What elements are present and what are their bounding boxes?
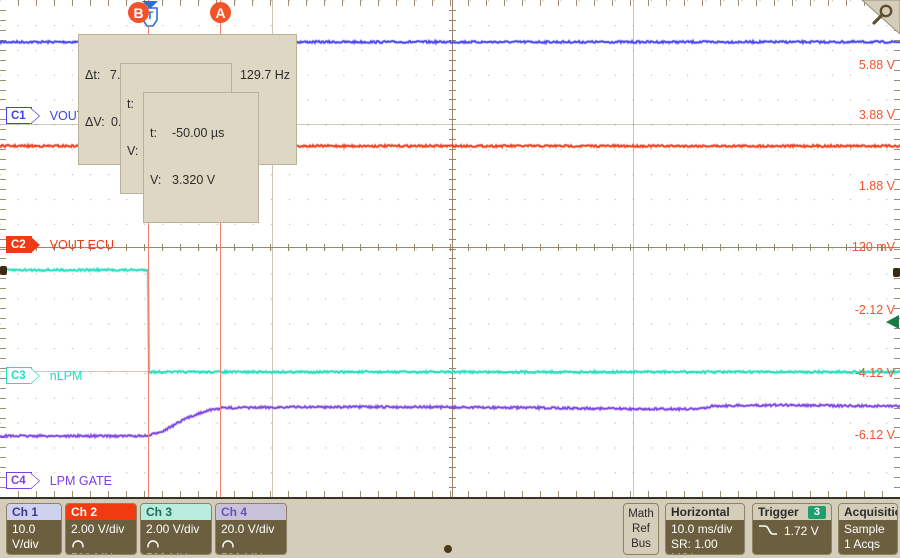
- channel-card-scale: 2.00 V/div: [71, 522, 125, 536]
- voltage-label: -4.12 V: [854, 366, 895, 380]
- channel-card-bandwidth: 500 MHz: [146, 551, 206, 554]
- channel-card-title: Ch 1: [7, 504, 61, 520]
- channel-arrow-icon: [29, 108, 39, 124]
- horizontal-title: Horizontal: [666, 504, 744, 520]
- channel-card-title: Ch 3: [141, 504, 211, 520]
- cursor-b-badge[interactable]: B: [128, 2, 149, 23]
- channel-card-ch3[interactable]: Ch 3 2.00 V/div 500 MHz: [140, 503, 212, 555]
- trigger-title: Trigger: [758, 505, 799, 519]
- gridline-h: [0, 371, 900, 372]
- channel-card-ch2[interactable]: Ch 2 2.00 V/div 500 MHz: [65, 503, 137, 555]
- trigger-level: 1.72 V: [784, 524, 819, 538]
- acquisition-mode: Sample: [844, 522, 885, 536]
- channel-badge-c4[interactable]: C4 LPM GATE: [6, 472, 112, 489]
- inv-delta-t-value: 129.7 Hz: [239, 68, 291, 82]
- delta-v-key: ΔV:: [85, 114, 105, 129]
- channel-label-c3: nLPM: [49, 368, 83, 383]
- acquisition-title: Acquisition: [839, 504, 897, 520]
- oscilloscope-screen: C1VOUT TPS1213Q1C2VOUT ECUC3nLPMC4LPM GA…: [0, 0, 900, 558]
- math-ref-bus-button[interactable]: Math Ref Bus: [623, 503, 659, 555]
- trigger-source-badge[interactable]: 3: [807, 505, 826, 519]
- coupling-icon: [12, 551, 56, 554]
- channel-arrow-icon: [29, 368, 39, 384]
- falling-edge-icon: [758, 524, 778, 536]
- coupling-icon: [71, 537, 131, 552]
- voltage-label: -2.12 V: [854, 303, 895, 317]
- acquisition-count: 1 Acqs: [844, 536, 881, 551]
- channel-arrow-icon: [29, 473, 39, 489]
- trigger-card[interactable]: Trigger 3 1.72 V: [752, 503, 832, 555]
- channel-card-scale: 10.0 V/div: [12, 522, 39, 551]
- channel-tag-text: C2: [11, 238, 26, 251]
- horizontal-sample-rate: SR: 1.00 MS/s: [671, 536, 718, 555]
- cursor-a-t-value: -50.00 µs: [172, 126, 225, 140]
- coupling-icon: [146, 537, 206, 552]
- cursor-a-badge[interactable]: A: [210, 2, 231, 23]
- channel-tag-text: C4: [11, 474, 26, 487]
- channel-arrow-icon: [29, 237, 39, 253]
- channel-card-title: Ch 4: [216, 504, 286, 520]
- channel-tag-text: C3: [11, 369, 26, 382]
- channel-card-ch4[interactable]: Ch 4 20.0 V/div 500 MHz: [215, 503, 287, 555]
- cursor-a-t-key: t:: [150, 126, 157, 140]
- ref-label: Ref: [632, 523, 650, 535]
- channel-card-ch1[interactable]: Ch 110.0 V/div500 MHz: [6, 503, 62, 555]
- math-label: Math: [628, 508, 654, 520]
- voltage-label: -120 mV: [847, 240, 895, 254]
- cursor-a-v-value: 3.320 V: [172, 172, 216, 187]
- bottom-control-panel: Ch 1 10.0 V/div 500 MHz Ch 2 2.00 V/div 500 M…: [0, 497, 900, 558]
- channel-card-scale: 2.00 V/div: [146, 522, 200, 536]
- trigger-position-handle[interactable]: [444, 545, 452, 553]
- acquisition-card[interactable]: Acquisition Sample 1 Acqs: [838, 503, 898, 555]
- zoom-magnifier-icon[interactable]: [858, 0, 900, 36]
- channel-card-bandwidth: 500 MHz: [71, 551, 131, 554]
- voltage-label: 5.88 V: [858, 58, 895, 72]
- channel-label-c4: LPM GATE: [49, 473, 112, 488]
- horizontal-scale: 10.0 ms/div: [671, 522, 733, 536]
- cursor-a-readout[interactable]: t: -50.00 µs V: 3.320 V: [143, 92, 259, 223]
- voltage-label: -6.12 V: [854, 428, 895, 442]
- channel-card-title: Ch 2: [66, 504, 136, 520]
- coupling-icon: [221, 537, 281, 552]
- gridline-v: [633, 0, 634, 497]
- channel-badge-c2[interactable]: C2 VOUT ECU: [6, 236, 114, 253]
- channel-tag-text: C1: [11, 109, 26, 122]
- channel-label-c2: VOUT ECU: [49, 237, 115, 252]
- cursor-a-v-key: V:: [150, 172, 162, 187]
- delta-t-key: Δt:: [85, 68, 101, 82]
- channel-card-bandwidth: 500 MHz: [221, 551, 281, 554]
- voltage-label: 3.88 V: [858, 108, 895, 122]
- horizontal-card[interactable]: Horizontal 10.0 ms/div SR: 1.00 MS/s RL:…: [665, 503, 745, 555]
- channel-card-scale: 20.0 V/div: [221, 522, 275, 536]
- bus-label: Bus: [631, 538, 651, 550]
- voltage-label: 1.88 V: [858, 179, 895, 193]
- channel-badge-c3[interactable]: C3 nLPM: [6, 367, 82, 384]
